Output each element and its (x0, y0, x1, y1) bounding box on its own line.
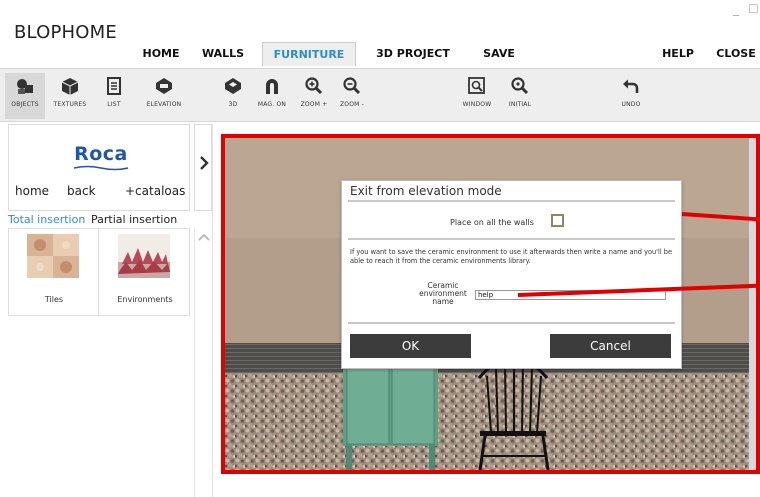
cube-icon (61, 78, 79, 95)
brand-logo-text: Roca (74, 143, 128, 165)
zoom-in-icon (305, 77, 323, 95)
tool-label: WINDOW (462, 101, 492, 108)
roca-logo[interactable]: Roca (66, 143, 136, 171)
catalog-next-button[interactable] (194, 124, 212, 211)
tool-zoom-initial[interactable]: INITIAL (500, 73, 540, 119)
ok-button[interactable]: OK (350, 334, 471, 358)
menu-home[interactable]: HOME (130, 42, 192, 66)
tiles-thumbnail-image (27, 234, 79, 278)
tool-zoom-in[interactable]: ZOOM + (294, 73, 334, 119)
catalog-panel: Roca home back +cataloas Total insertion… (8, 124, 213, 497)
exit-elevation-dialog: Exit from elevation mode Place on all th… (341, 180, 682, 369)
elevation-icon (156, 78, 172, 94)
thumb-tiles[interactable]: Tiles (9, 229, 99, 315)
divider (348, 200, 675, 202)
tool-label: LIST (107, 101, 121, 108)
tool-zoom-out[interactable]: ZOOM - (332, 73, 372, 119)
menu-help[interactable]: HELP (656, 42, 700, 66)
catalog-header: Roca home back +cataloas (8, 124, 190, 211)
menu-3d-project[interactable]: 3D PROJECT (372, 42, 454, 66)
tool-label: ZOOM + (300, 101, 328, 108)
magnet-icon (266, 79, 278, 94)
undo-icon (623, 79, 639, 93)
logo-underline-icon (73, 165, 129, 171)
tool-zoom-window[interactable]: WINDOW (457, 73, 497, 119)
objects-icon (17, 79, 33, 94)
menu-walls[interactable]: WALLS (197, 42, 249, 66)
menu-furniture[interactable]: FURNITURE (262, 42, 356, 66)
catalog-back-link[interactable]: back (67, 184, 96, 198)
tab-total-insertion[interactable]: Total insertion (8, 213, 85, 226)
app-title: BLOPHOME (14, 22, 117, 43)
tool-textures[interactable]: TEXTURES (50, 73, 90, 119)
menu-close[interactable]: CLOSE (712, 42, 760, 66)
thumb-label: Environments (117, 295, 173, 304)
tool-undo[interactable]: UNDO (611, 73, 651, 119)
chevron-right-icon (200, 156, 209, 170)
list-icon (107, 77, 121, 95)
divider (348, 322, 675, 324)
tab-partial-insertion[interactable]: Partial insertion (91, 213, 177, 226)
minimize-button[interactable]: _ (733, 2, 739, 16)
thumbnail-grid: Tiles Environments (8, 228, 190, 316)
tool-label: UNDO (621, 101, 641, 108)
maximize-button[interactable]: ☐ (748, 2, 759, 16)
tool-label: INITIAL (508, 101, 532, 108)
tool-3d[interactable]: 3D (213, 73, 253, 119)
tool-magnet[interactable]: MAG. ON (252, 73, 292, 119)
environments-thumbnail-image (118, 234, 170, 278)
tool-label: TEXTURES (53, 101, 87, 108)
thumbnail-scrollbar[interactable] (194, 228, 212, 497)
insertion-tabs: Total insertion Partial insertion (8, 213, 190, 228)
save-info-text: If you want to save the ceramic environm… (350, 248, 673, 265)
tool-list[interactable]: LIST (94, 73, 134, 119)
env-name-label: Ceramic environment name (419, 281, 467, 306)
tool-label: ZOOM - (339, 101, 364, 108)
tool-label: ELEVATION (146, 101, 182, 108)
3d-icon (225, 78, 241, 94)
menu-save[interactable]: SAVE (476, 42, 522, 66)
thumb-label: Tiles (44, 295, 64, 304)
zoom-out-icon (343, 77, 361, 95)
chevron-up-icon (198, 233, 210, 241)
divider (348, 238, 675, 240)
zoom-initial-icon (511, 77, 529, 95)
thumb-environments[interactable]: Environments (100, 229, 190, 315)
zoom-window-icon (468, 77, 485, 94)
tool-label: OBJECTS (11, 101, 39, 108)
tool-objects[interactable]: OBJECTS (5, 73, 45, 119)
place-all-walls-label: Place on all the walls (450, 218, 534, 227)
toolbar: OBJECTS TEXTURES LIST ELEVATION 3D MAG. … (0, 68, 760, 122)
place-all-walls-checkbox[interactable] (551, 214, 564, 227)
tool-label: MAG. ON (257, 101, 287, 108)
catalog-catalogs-link[interactable]: +cataloas (125, 184, 185, 198)
dialog-title: Exit from elevation mode (350, 184, 502, 198)
catalog-home-link[interactable]: home (15, 184, 49, 198)
tool-elevation[interactable]: ELEVATION (141, 73, 187, 119)
main-menu: HOME WALLS FURNITURE 3D PROJECT SAVE HEL… (0, 42, 760, 68)
tool-label: 3D (228, 101, 238, 108)
cancel-button[interactable]: Cancel (550, 334, 671, 358)
